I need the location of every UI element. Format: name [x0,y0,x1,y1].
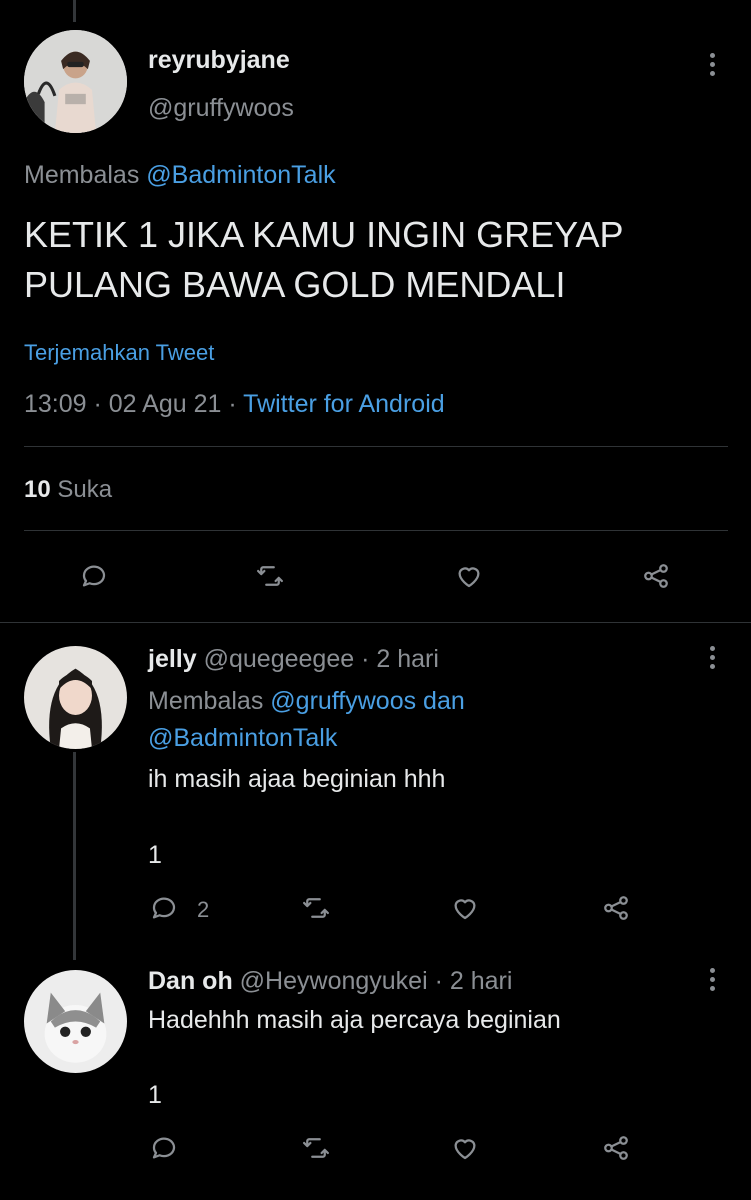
reply1-share-icon[interactable] [598,890,634,926]
avatar-reply2[interactable] [24,970,127,1073]
main-handle[interactable]: @gruffywoos [148,94,294,123]
reply1-meta[interactable]: @quegeegee · 2 hari [204,645,439,673]
reply1-reply-to-1[interactable]: @gruffywoos dan [270,687,464,715]
reply1-reply-icon[interactable] [146,890,182,926]
likes-count: 10 [24,476,51,503]
avatar-main[interactable] [24,30,127,133]
main-tweet-text-line1: KETIK 1 JIKA KAMU INGIN GREYAP [24,214,624,255]
reply2-like-icon[interactable] [447,1130,483,1166]
reply2-display-name[interactable]: Dan oh [148,967,233,995]
likes-label: Suka [57,476,113,503]
more-options-icon-reply1[interactable] [702,643,722,671]
main-reply-context: Membalas @BadmintonTalk [24,161,336,190]
like-icon[interactable] [451,558,487,594]
main-display-name[interactable]: reyrubyjane [148,46,290,75]
divider-2 [24,530,728,531]
main-tweet-text: KETIK 1 JIKA KAMU INGIN GREYAP PULANG BA… [24,210,623,310]
translate-tweet-link[interactable]: Terjemahkan Tweet [24,340,214,366]
reply1-like-icon[interactable] [447,890,483,926]
reply2-text-2: 1 [148,1081,162,1109]
reply1-retweet-icon[interactable] [298,890,334,926]
reply1-reply-count: 2 [197,897,210,922]
retweet-icon[interactable] [252,558,288,594]
reply-to-link[interactable]: @BadmintonTalk [146,161,335,189]
share-icon[interactable] [638,558,674,594]
reply1-text-2: 1 [148,841,162,869]
reply1-header: jelly @quegeegee · 2 hari [148,645,439,674]
reply1-reply-to-2[interactable]: @BadmintonTalk [148,720,465,757]
more-options-icon-main[interactable] [702,50,722,78]
avatar-main-image [24,30,127,133]
divider-3 [0,622,751,623]
more-options-icon-reply2[interactable] [702,965,722,993]
reply2-retweet-icon[interactable] [298,1130,334,1166]
divider-1 [24,446,728,447]
reply2-share-icon[interactable] [598,1130,634,1166]
main-timestamp[interactable]: 13:09 · 02 Agu 21 · [24,390,237,418]
avatar-reply1[interactable] [24,646,127,749]
thread-line-reply1 [73,752,76,960]
thread-line-top [73,0,76,22]
reply1-reply-context: Membalas @gruffywoos dan @BadmintonTalk [148,683,465,757]
likes-stat[interactable]: 10 Suka [24,476,112,504]
tweet-source-link[interactable]: Twitter for Android [243,390,444,418]
reply2-reply-icon[interactable] [146,1130,182,1166]
main-tweet-meta: 13:09 · 02 Agu 21 · Twitter for Android [24,390,445,419]
reply1-reply-prefix: Membalas [148,687,264,715]
reply1-text: ih masih ajaa beginian hhh [148,765,446,793]
reply1-display-name[interactable]: jelly [148,645,197,673]
reply-icon[interactable] [76,558,112,594]
reply2-meta[interactable]: @Heywongyukei · 2 hari [240,967,513,995]
reply2-text: Hadehhh masih aja percaya beginian [148,1006,561,1034]
avatar-reply2-image [24,970,127,1073]
reply2-header: Dan oh @Heywongyukei · 2 hari [148,967,512,996]
main-tweet-text-line2: PULANG BAWA GOLD MENDALI [24,264,566,305]
reply-prefix: Membalas [24,161,140,189]
avatar-reply1-image [24,646,127,749]
